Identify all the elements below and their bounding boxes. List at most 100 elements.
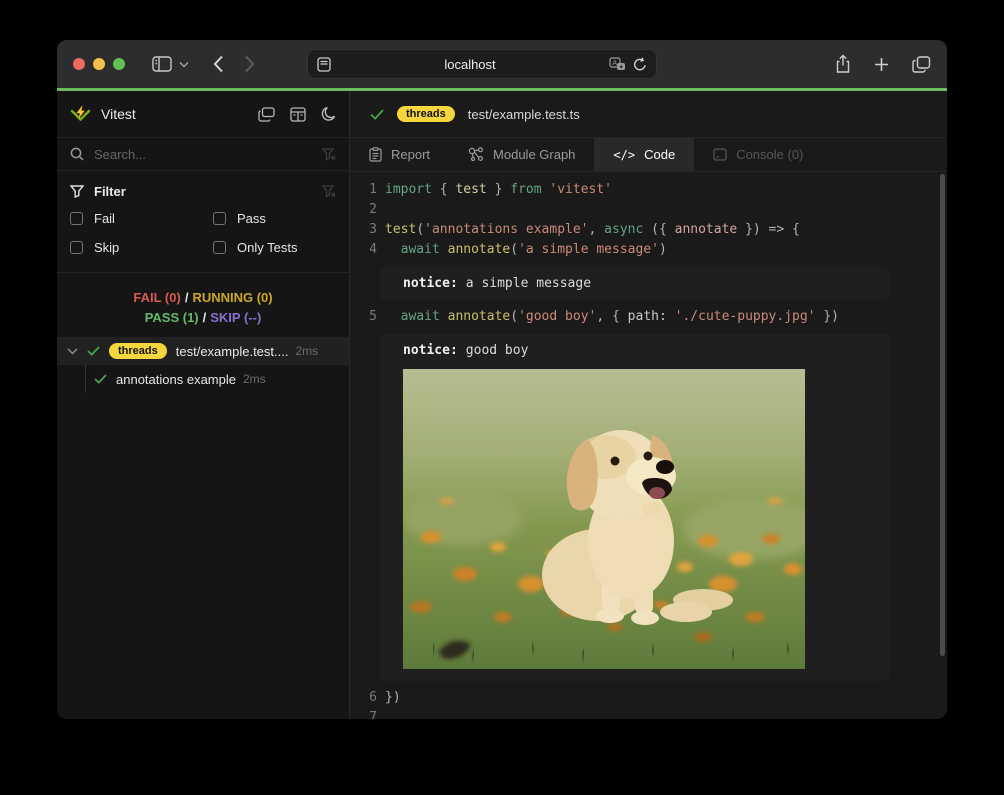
forward-button[interactable] [244, 55, 255, 73]
translate-icon[interactable]: A ★ [609, 57, 626, 71]
line-number: 2 [368, 200, 377, 220]
tab-console[interactable]: Console (0) [694, 138, 822, 171]
test-duration: 2ms [243, 372, 266, 386]
annotation-message: a simple message [466, 276, 591, 291]
console-icon [713, 148, 727, 161]
code-line-6: 6}) [350, 688, 947, 708]
checkbox[interactable] [213, 212, 226, 225]
test-summary: FAIL (0)/RUNNING (0) PASS (1)/SKIP (--) [57, 288, 349, 328]
line-number: 7 [368, 708, 377, 719]
code-token: annotate [448, 309, 511, 324]
reader-icon[interactable] [317, 57, 331, 72]
stacked-cards-icon[interactable] [258, 107, 275, 122]
dashboard-icon[interactable] [290, 107, 306, 122]
code-block: 5 await annotate('good boy', { path: './… [350, 307, 947, 327]
app-title: Vitest [101, 106, 136, 122]
test-case-name: annotations example [116, 372, 236, 387]
tab-overview-icon[interactable] [912, 56, 931, 73]
reload-icon[interactable] [633, 57, 647, 72]
annotation-type: notice: [403, 276, 458, 291]
tab-module-graph[interactable]: Module Graph [449, 138, 594, 171]
zoom-window-button[interactable] [113, 58, 125, 70]
code-token: path: [628, 309, 667, 324]
code-token: 'vitest' [549, 182, 612, 197]
indent-guide [85, 365, 86, 393]
code-viewer[interactable]: 1import { test } from 'vitest'23test('an… [350, 172, 947, 719]
code-line-1: 1import { test } from 'vitest' [350, 180, 947, 200]
minimize-window-button[interactable] [93, 58, 105, 70]
test-case-row[interactable]: annotations example 2ms [57, 365, 349, 393]
expand-chevron-icon[interactable] [67, 348, 78, 355]
test-file-row[interactable]: threads test/example.test.... 2ms [57, 337, 349, 365]
code-token [385, 309, 401, 324]
code-token: 'a simple message' [518, 242, 659, 257]
test-duration: 2ms [295, 344, 318, 358]
code-token: async [604, 222, 643, 237]
checkbox[interactable] [70, 241, 83, 254]
code-scrollbar[interactable] [940, 174, 945, 656]
line-number: 4 [368, 240, 377, 260]
report-icon [369, 147, 382, 162]
filter-checkbox-fail[interactable]: Fail [70, 211, 213, 226]
sidebar-header-actions [258, 106, 336, 122]
annotation-type: notice: [403, 343, 458, 358]
filter-checkbox-only-tests[interactable]: Only Tests [213, 240, 336, 255]
code-token: ( [510, 309, 518, 324]
line-number: 1 [368, 180, 377, 200]
code-line-2: 2 [350, 200, 947, 220]
filter-checkbox-skip[interactable]: Skip [70, 240, 213, 255]
code-block: 1import { test } from 'vitest'23test('an… [350, 180, 947, 260]
code-token: 'good boy' [518, 309, 596, 324]
sidebar-toggle-icon[interactable] [152, 56, 172, 72]
url-text[interactable]: localhost [331, 57, 609, 72]
sidebar-header: Vitest [57, 91, 349, 138]
chevron-down-icon[interactable] [179, 61, 189, 68]
code-line-3: 3test('annotations example', async ({ an… [350, 220, 947, 240]
annotation-message: good boy [466, 343, 529, 358]
search-icon [70, 147, 84, 161]
clear-search-filter-icon[interactable] [322, 148, 336, 161]
tab-code[interactable]: </> Code [594, 138, 694, 171]
code-token: annotate [675, 222, 738, 237]
new-tab-icon[interactable] [874, 57, 889, 72]
code-token: './cute-puppy.jpg' [675, 309, 816, 324]
filter-checkbox-pass[interactable]: Pass [213, 211, 336, 226]
checkbox[interactable] [213, 241, 226, 254]
pass-count: PASS (1) [145, 310, 199, 325]
puppy-image[interactable] [403, 369, 805, 669]
filter-options: Fail Pass Skip Only Tests [70, 211, 336, 255]
back-button[interactable] [213, 55, 224, 73]
share-icon[interactable] [835, 54, 851, 74]
code-line-7: 7 [350, 708, 947, 719]
svg-text:★: ★ [619, 64, 624, 71]
code-token: , [589, 222, 605, 237]
code-token: }) [816, 309, 839, 324]
code-token: ) [659, 242, 667, 257]
checkbox-label: Only Tests [237, 240, 297, 255]
code-line-4: 4 await annotate('a simple message') [350, 240, 947, 260]
svg-text:A: A [612, 60, 617, 67]
code-token: annotate [448, 242, 511, 257]
code-token: { [432, 182, 455, 197]
tab-report[interactable]: Report [350, 138, 449, 171]
code-token: ( [416, 222, 424, 237]
code-token [385, 242, 401, 257]
tab-label: Console (0) [736, 147, 803, 162]
theme-toggle-moon-icon[interactable] [321, 106, 336, 122]
clear-filter-icon[interactable] [322, 185, 336, 198]
filter-header: Filter [70, 184, 336, 199]
code-token: }) => { [737, 222, 800, 237]
address-bar[interactable]: localhost A ★ [307, 49, 657, 79]
close-window-button[interactable] [73, 58, 85, 70]
search-bar [57, 138, 349, 171]
skip-count: SKIP (--) [210, 310, 261, 325]
filter-label: Filter [94, 184, 126, 199]
annotation-notice-1: notice: a simple message [380, 267, 890, 300]
search-input[interactable] [94, 147, 312, 162]
main-panel: threads test/example.test.ts Report [350, 91, 947, 719]
vitest-logo-icon [70, 104, 91, 124]
tab-label: Code [644, 147, 675, 162]
code-token: await [401, 309, 440, 324]
line-number: 3 [368, 220, 377, 240]
checkbox[interactable] [70, 212, 83, 225]
